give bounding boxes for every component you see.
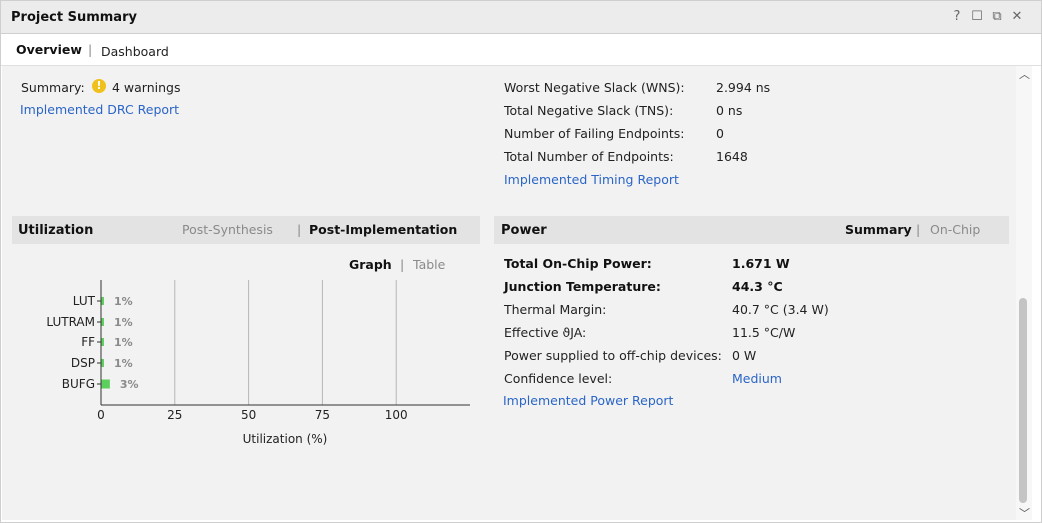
y-tick-label: FF xyxy=(81,335,95,349)
chart-axes: 0 25 50 75 100 Utilization (%) LUT LUTRAM FF DSP B… xyxy=(46,280,470,446)
utilization-tab-separator: | xyxy=(297,222,302,237)
power-total-label: Total On-Chip Power: xyxy=(504,256,652,271)
x-tick-label: 25 xyxy=(167,408,182,422)
timing-failing-label: Number of Failing Endpoints: xyxy=(504,126,685,141)
timing-wns-label: Worst Negative Slack (WNS): xyxy=(504,80,685,95)
utilization-chart: 1% 1% 1% 1% 3% 0 25 50 75 100 Utilization (%) LUT L… xyxy=(46,280,470,446)
chart-grid xyxy=(174,280,397,405)
timing-failing-value: 0 xyxy=(716,126,724,141)
power-tab-separator: | xyxy=(916,222,921,237)
bar-value-label: 1% xyxy=(114,295,133,308)
timing-report-link[interactable]: Implemented Timing Report xyxy=(504,172,679,187)
power-title: Power xyxy=(501,223,547,238)
bar-value-label: 1% xyxy=(114,357,133,370)
power-thermal-value: 40.7 °C (3.4 W) xyxy=(732,302,829,317)
x-axis-label: Utilization (%) xyxy=(243,432,328,446)
timing-wns-value: 2.994 ns xyxy=(716,80,771,95)
warning-icon: ! xyxy=(92,79,106,93)
help-icon[interactable]: ? xyxy=(950,10,964,24)
tab-post-implementation[interactable]: Post-Implementation xyxy=(309,222,457,237)
bar-value-label: 1% xyxy=(114,316,133,329)
timing-tns-label: Total Negative Slack (TNS): xyxy=(504,103,674,118)
bar-value-label: 1% xyxy=(114,336,133,349)
close-icon[interactable]: ✕ xyxy=(1010,10,1024,24)
power-offchip-label: Power supplied to off-chip devices: xyxy=(504,348,722,363)
power-thermal-label: Thermal Margin: xyxy=(504,302,607,317)
power-theta-label: Effective ϑJA: xyxy=(504,325,587,340)
y-tick-label: LUTRAM xyxy=(46,315,95,329)
power-theta-value: 11.5 °C/W xyxy=(732,325,796,340)
maximize-icon[interactable]: ☐ xyxy=(970,10,984,24)
power-junction-value: 44.3 °C xyxy=(732,279,783,294)
bar xyxy=(101,379,110,389)
y-tick-label: LUT xyxy=(73,294,96,308)
y-tick-label: BUFG xyxy=(62,377,95,391)
x-tick-label: 0 xyxy=(97,408,105,422)
tab-dashboard[interactable]: Dashboard xyxy=(101,44,169,59)
drc-summary-label: Summary: xyxy=(21,80,85,95)
x-tick-label: 75 xyxy=(315,408,330,422)
bar-value-label: 3% xyxy=(120,378,139,391)
tab-post-synthesis[interactable]: Post-Synthesis xyxy=(182,222,273,237)
power-total-value: 1.671 W xyxy=(732,256,790,271)
power-offchip-value: 0 W xyxy=(732,348,757,363)
utilization-title: Utilization xyxy=(18,223,94,238)
tab-power-summary[interactable]: Summary xyxy=(845,222,912,237)
power-confidence-link[interactable]: Medium xyxy=(732,371,782,386)
scroll-down-icon[interactable]: ﹀ xyxy=(1019,505,1030,521)
chart-bars: 1% 1% 1% 1% 3% xyxy=(101,295,139,391)
scroll-thumb[interactable] xyxy=(1019,298,1027,503)
float-icon[interactable]: ⧉ xyxy=(990,10,1004,24)
x-tick-label: 100 xyxy=(385,408,408,422)
tab-overview[interactable]: Overview xyxy=(16,42,82,57)
power-junction-label: Junction Temperature: xyxy=(504,279,661,294)
drc-warnings-text[interactable]: 4 warnings xyxy=(112,80,181,95)
power-confidence-label: Confidence level: xyxy=(504,371,613,386)
drc-report-link[interactable]: Implemented DRC Report xyxy=(20,102,179,117)
tab-separator: | xyxy=(88,42,93,57)
y-tick-label: DSP xyxy=(71,356,95,370)
power-report-link[interactable]: Implemented Power Report xyxy=(503,393,673,408)
x-tick-label: 50 xyxy=(241,408,256,422)
scroll-up-icon[interactable]: ︿ xyxy=(1019,66,1030,82)
timing-total-label: Total Number of Endpoints: xyxy=(504,149,674,164)
title-bar: Project Summary xyxy=(0,0,1042,34)
tab-power-onchip[interactable]: On-Chip xyxy=(930,222,980,237)
window-title: Project Summary xyxy=(11,10,137,25)
timing-total-value: 1648 xyxy=(716,149,748,164)
timing-tns-value: 0 ns xyxy=(716,103,743,118)
